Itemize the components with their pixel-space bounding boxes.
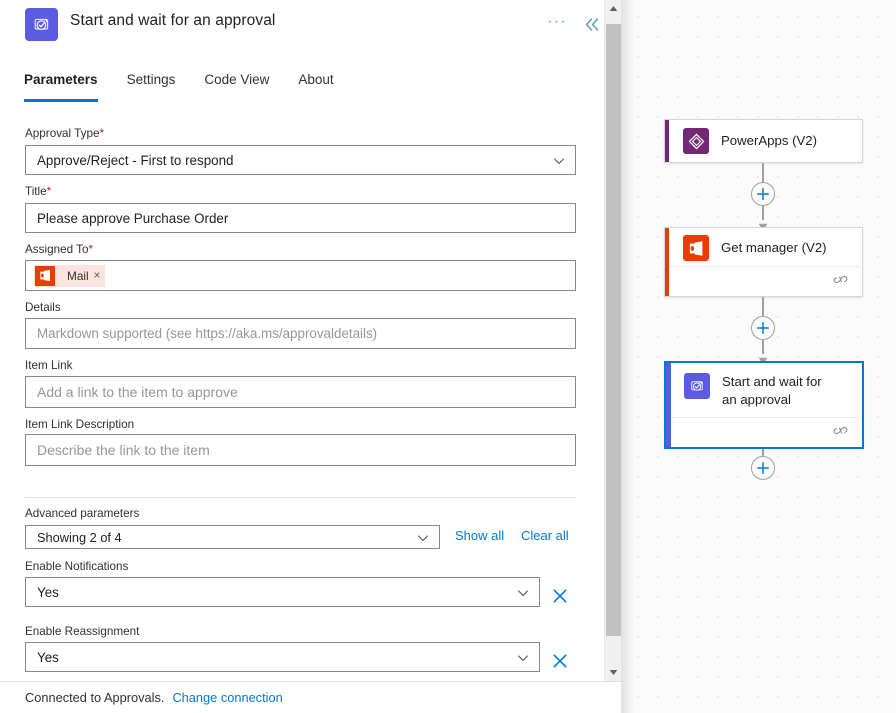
panel-tabs: Parameters Settings Code View About: [24, 72, 363, 102]
section-divider: [25, 497, 576, 498]
clear-enable-reassignment-icon[interactable]: [551, 652, 569, 670]
office365-outlook-icon: [35, 265, 55, 286]
enable-reassignment-label: Enable Reassignment: [25, 625, 140, 638]
chevron-down-icon: [517, 651, 529, 663]
tab-settings[interactable]: Settings: [127, 72, 176, 102]
clear-all-link[interactable]: Clear all: [521, 528, 569, 543]
node-footer: [670, 266, 862, 296]
details-label: Details: [25, 301, 61, 314]
chevron-down-icon: [417, 531, 429, 543]
assigned-to-input[interactable]: Mail ×: [25, 260, 576, 291]
connection-status: Connected to Approvals.: [25, 690, 165, 705]
item-link-description-label: Item Link Description: [25, 418, 135, 431]
item-link-input[interactable]: Add a link to the item to approve: [25, 376, 576, 408]
chevron-down-icon: [517, 586, 529, 598]
flow-node-start-and-wait-for-approval[interactable]: Start and wait for an approval: [664, 361, 864, 449]
chevron-down-icon: [553, 154, 565, 166]
required-marker: *: [99, 127, 105, 140]
flow-node-get-manager[interactable]: Get manager (V2): [664, 227, 863, 297]
node-accent-bar: [665, 228, 669, 296]
flow-canvas[interactable]: PowerApps (V2) Get manager (V2) Start an…: [621, 0, 896, 713]
token-chip-mail[interactable]: Mail ×: [34, 264, 106, 287]
approval-type-label: Approval Type*: [25, 127, 105, 140]
tab-parameters[interactable]: Parameters: [24, 72, 98, 102]
app-root: Start and wait for an approval ··· Param…: [0, 0, 896, 713]
token-remove-icon[interactable]: ×: [94, 270, 101, 282]
flow-arrowhead-icon: [758, 352, 768, 365]
approval-type-dropdown[interactable]: Approve/Reject - First to respond: [25, 145, 576, 175]
details-input[interactable]: Markdown supported (see https://aka.ms/a…: [25, 318, 576, 349]
node-header: PowerApps (V2): [665, 120, 862, 162]
page-title: Start and wait for an approval: [70, 12, 276, 29]
advanced-parameters-label: Advanced parameters: [25, 507, 140, 520]
required-marker: *: [46, 185, 52, 198]
item-link-description-input[interactable]: Describe the link to the item: [25, 434, 576, 466]
title-input[interactable]: Please approve Purchase Order: [25, 203, 576, 233]
flow-connector: [762, 297, 764, 317]
action-details-panel: Start and wait for an approval ··· Param…: [0, 0, 621, 713]
link-icon[interactable]: [833, 273, 848, 291]
node-title: Get manager (V2): [721, 240, 827, 255]
panel-header: Start and wait for an approval ···: [0, 0, 605, 58]
add-step-button[interactable]: [751, 316, 775, 340]
node-footer: [671, 417, 862, 447]
approvals-icon: [25, 8, 58, 41]
title-value: Please approve Purchase Order: [37, 210, 229, 226]
item-link-label: Item Link: [25, 359, 73, 372]
add-step-button[interactable]: [751, 182, 775, 206]
assigned-to-label: Assigned To*: [25, 243, 94, 256]
advanced-parameters-value: Showing 2 of 4: [37, 529, 122, 545]
add-step-button[interactable]: [751, 456, 775, 480]
node-title: PowerApps (V2): [721, 133, 818, 148]
scroll-up-arrow-icon[interactable]: [605, 0, 621, 17]
enable-reassignment-value: Yes: [37, 649, 59, 665]
approval-type-value: Approve/Reject - First to respond: [37, 152, 234, 168]
advanced-parameters-selector[interactable]: Showing 2 of 4: [25, 525, 440, 549]
required-marker: *: [88, 243, 94, 256]
powerapps-icon: [683, 128, 709, 154]
item-link-description-placeholder: Describe the link to the item: [37, 442, 210, 458]
token-chip-label: Mail: [67, 268, 89, 283]
connection-footer: Connected to Approvals. Change connectio…: [0, 681, 621, 713]
office365-users-icon: [683, 235, 709, 261]
panel-scroll-area: Start and wait for an approval ··· Param…: [0, 0, 605, 713]
scrollbar-thumb[interactable]: [606, 24, 621, 636]
tab-about[interactable]: About: [298, 72, 333, 102]
show-all-link[interactable]: Show all: [455, 528, 504, 543]
enable-notifications-dropdown[interactable]: Yes: [25, 577, 540, 607]
tab-code-view[interactable]: Code View: [204, 72, 269, 102]
collapse-panel-icon[interactable]: [581, 13, 603, 35]
change-connection-link[interactable]: Change connection: [172, 690, 282, 705]
enable-notifications-value: Yes: [37, 584, 59, 600]
panel-scrollbar[interactable]: [604, 0, 621, 681]
approvals-icon: [684, 373, 710, 399]
scroll-down-arrow-icon[interactable]: [605, 664, 621, 681]
enable-reassignment-dropdown[interactable]: Yes: [25, 642, 540, 672]
node-header: Get manager (V2): [665, 228, 862, 268]
clear-enable-notifications-icon[interactable]: [551, 587, 569, 605]
flow-node-powerapps[interactable]: PowerApps (V2): [664, 119, 863, 163]
node-header: Start and wait for an approval: [666, 363, 862, 419]
node-accent-bar: [665, 120, 669, 162]
more-options-icon[interactable]: ···: [546, 14, 568, 37]
title-label: Title*: [25, 185, 52, 198]
enable-notifications-label: Enable Notifications: [25, 560, 129, 573]
canvas-edge-shadow: [621, 0, 635, 713]
node-title: Start and wait for an approval: [722, 374, 822, 407]
flow-arrowhead-icon: [758, 218, 768, 231]
details-placeholder: Markdown supported (see https://aka.ms/a…: [37, 326, 378, 341]
link-icon[interactable]: [833, 424, 848, 442]
item-link-placeholder: Add a link to the item to approve: [37, 384, 238, 400]
